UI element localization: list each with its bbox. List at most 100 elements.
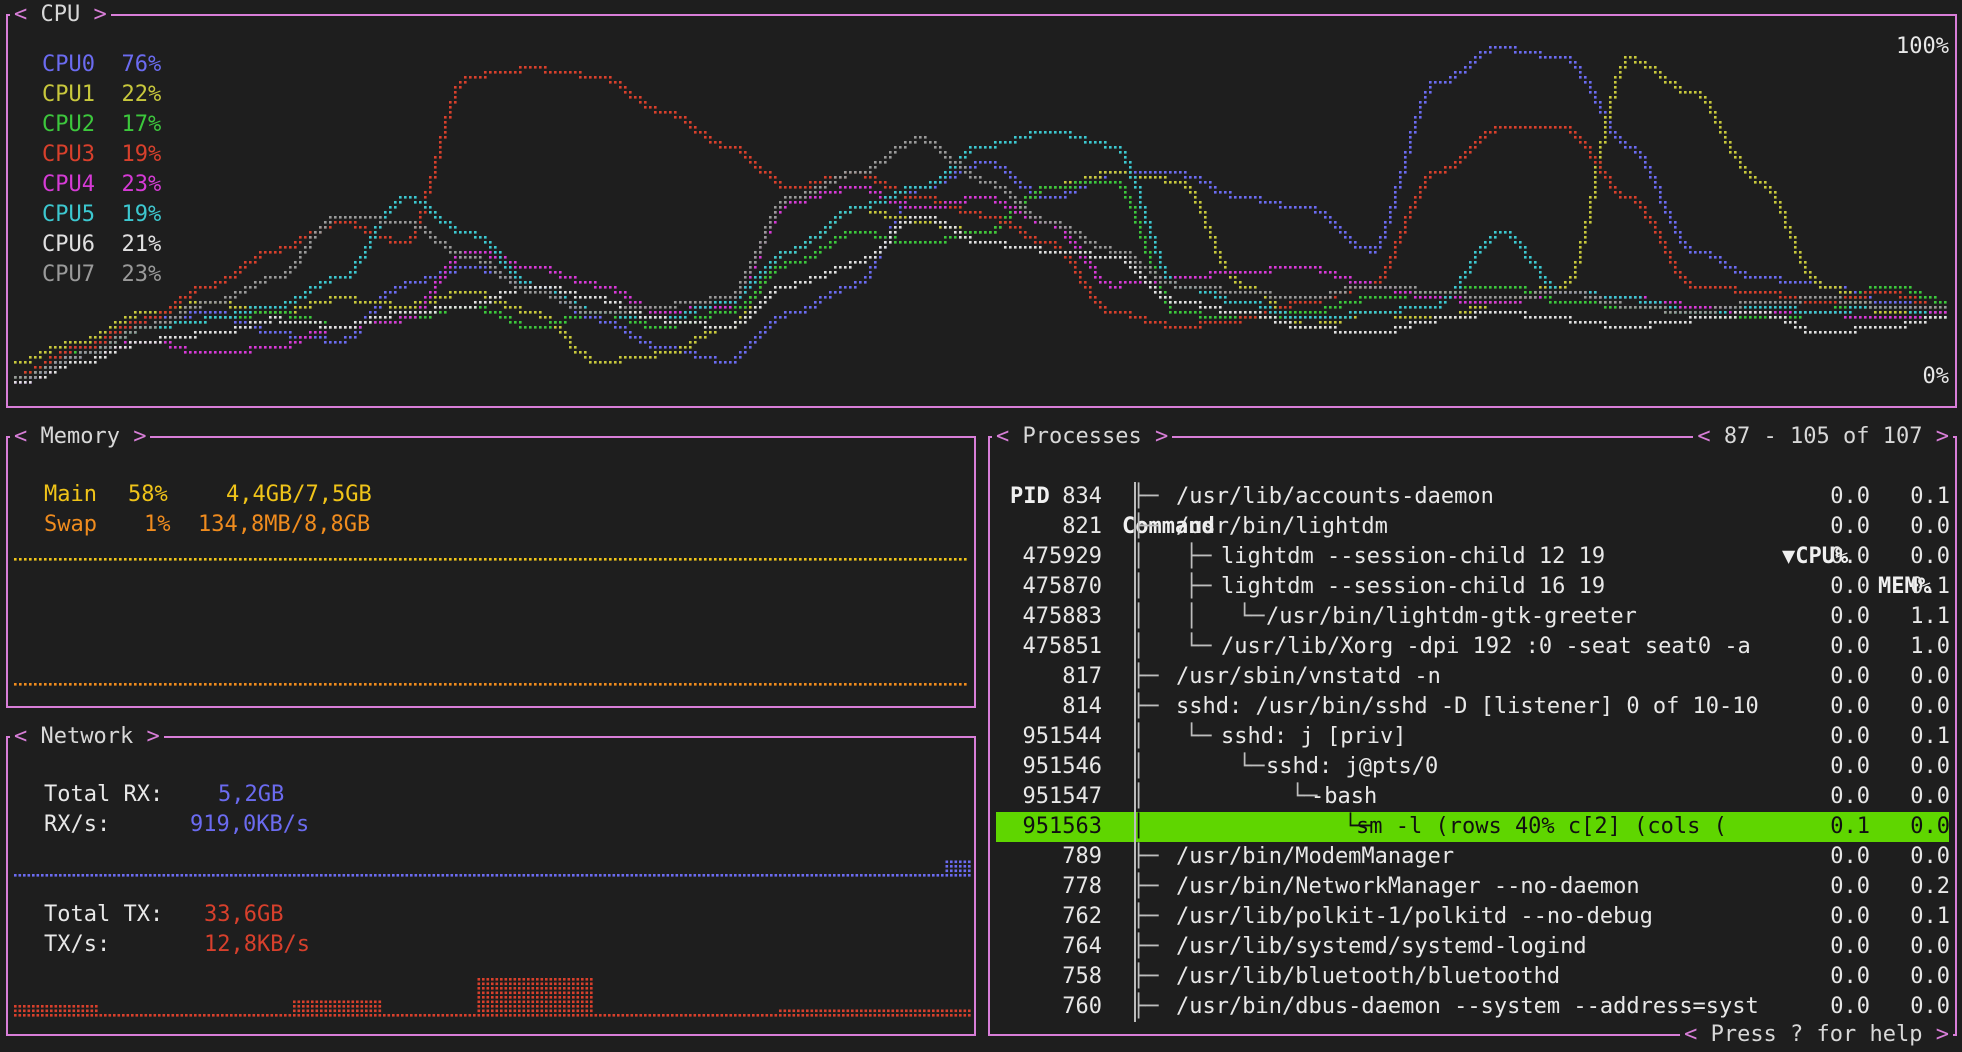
cpu-point: [1294, 266, 1297, 269]
cpu-point: [1774, 276, 1777, 279]
cpu-point: [439, 151, 442, 154]
cpu-point: [1089, 266, 1092, 269]
cpu-point: [609, 321, 612, 324]
cpu-point: [254, 346, 257, 349]
cpu-point: [234, 316, 237, 319]
network-point: [464, 874, 467, 877]
cpu-point: [1529, 296, 1532, 299]
cpu-point: [444, 271, 447, 274]
cpu-point: [669, 306, 672, 309]
cpu-point: [1019, 136, 1022, 139]
cpu-point: [99, 331, 102, 334]
cpu-point: [1804, 301, 1807, 304]
cpu-point: [1914, 311, 1917, 314]
memory-point: [779, 558, 782, 561]
cpu-point: [1239, 291, 1242, 294]
cpu-point: [1199, 291, 1202, 294]
cpu-point: [779, 181, 782, 184]
cpu-point: [1414, 306, 1417, 309]
cpu-point: [754, 296, 757, 299]
network-point: [473, 874, 476, 877]
cpu-point: [884, 241, 887, 244]
cpu-point: [94, 336, 97, 339]
cpu-point: [1219, 306, 1222, 309]
cpu-point: [1724, 261, 1727, 264]
cpu-point: [1919, 321, 1922, 324]
cpu-point: [664, 306, 667, 309]
cpu-point: [1394, 291, 1397, 294]
cpu-point: [1819, 296, 1822, 299]
cpu-point: [334, 296, 337, 299]
cpu-point: [1354, 331, 1357, 334]
memory-point: [174, 558, 177, 561]
network-point: [860, 874, 863, 877]
cpu-point: [999, 216, 1002, 219]
cpu-point: [1419, 186, 1422, 189]
cpu-point: [1779, 306, 1782, 309]
cpu-point: [394, 241, 397, 244]
cpu-point: [184, 351, 187, 354]
cpu-point: [39, 356, 42, 359]
memory-point: [494, 558, 497, 561]
cpu-point: [699, 316, 702, 319]
cpu-point: [1619, 306, 1622, 309]
cpu-point: [1334, 316, 1337, 319]
cpu-point: [309, 301, 312, 304]
cpu-point: [1624, 306, 1627, 309]
cpu-point: [64, 341, 67, 344]
cpu-point: [204, 311, 207, 314]
cpu-point: [24, 376, 27, 379]
cpu-point: [689, 306, 692, 309]
cpu-point: [804, 306, 807, 309]
cpu-point: [674, 321, 677, 324]
cpu-point: [229, 351, 232, 354]
cpu-point: [34, 371, 37, 374]
cpu-point: [604, 286, 607, 289]
cpu-point: [1354, 311, 1357, 314]
cpu-point: [1574, 291, 1577, 294]
cpu-point: [1239, 301, 1242, 304]
network-point: [653, 874, 656, 877]
cpu-point: [1024, 246, 1027, 249]
cpu-point: [1599, 166, 1602, 169]
cpu-point: [1289, 316, 1292, 319]
cpu-point: [1749, 176, 1752, 179]
cpu-point: [1034, 236, 1037, 239]
cpu-point: [704, 321, 707, 324]
cpu-point: [1724, 266, 1727, 269]
cpu-point: [1139, 221, 1142, 224]
cpu-point: [234, 276, 237, 279]
memory-point: [344, 683, 347, 686]
cpu-point: [734, 296, 737, 299]
cpu-point: [1749, 171, 1752, 174]
cpu-point: [719, 311, 722, 314]
network-point: [324, 874, 328, 877]
cpu-point: [84, 351, 87, 354]
cpu-point: [634, 311, 637, 314]
cpu-point: [1379, 236, 1382, 239]
cpu-point: [1179, 181, 1182, 184]
cpu-point: [1669, 301, 1672, 304]
cpu-point: [589, 356, 592, 359]
cpu-point: [424, 296, 427, 299]
cpu-point: [1629, 306, 1632, 309]
memory-point: [319, 558, 322, 561]
cpu-point: [379, 306, 382, 309]
cpu-point: [1219, 261, 1222, 264]
cpu-point: [1674, 271, 1677, 274]
cpu-point: [1189, 301, 1192, 304]
cpu-point: [1399, 291, 1402, 294]
cpu-point: [1909, 321, 1912, 324]
network-point: [576, 874, 580, 877]
memory-point: [359, 683, 362, 686]
cpu-point: [1349, 276, 1352, 279]
cpu-point: [1629, 326, 1632, 329]
cpu-point: [214, 281, 217, 284]
memory-point: [664, 558, 667, 561]
cpu-point: [624, 296, 627, 299]
cpu-point: [1924, 311, 1927, 314]
memory-point: [624, 558, 627, 561]
cpu-point: [509, 321, 512, 324]
cpu-point: [1894, 326, 1897, 329]
cpu-point: [1609, 116, 1612, 119]
